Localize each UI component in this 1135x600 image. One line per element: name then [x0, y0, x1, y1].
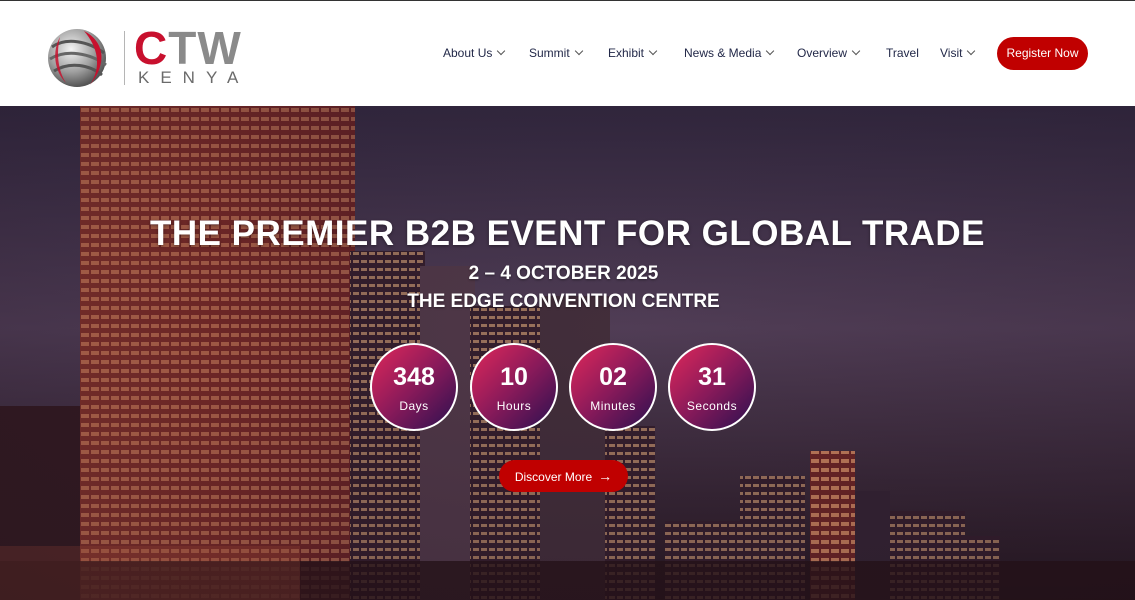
hero-title: THE PREMIER B2B EVENT FOR GLOBAL TRADE — [149, 214, 986, 253]
arrow-right-icon: → — [598, 468, 613, 484]
chevron-down-icon — [648, 46, 658, 56]
nav-label: Travel — [886, 46, 919, 60]
nav-about-us[interactable]: About Us — [443, 45, 506, 61]
countdown-hours: 10 Hours — [470, 343, 558, 431]
nav-travel[interactable]: Travel — [886, 45, 919, 61]
nav-news-media[interactable]: News & Media — [684, 45, 775, 61]
countdown-label: Seconds — [686, 399, 738, 413]
nav-label: Summit — [529, 46, 570, 60]
nav-label: Overview — [797, 46, 848, 60]
countdown-label: Hours — [496, 399, 532, 413]
event-date: 2 – 4 OCTOBER 2025 — [468, 263, 659, 284]
chevron-down-icon — [967, 46, 976, 56]
chevron-down-icon — [851, 46, 861, 56]
nav-visit[interactable]: Visit — [940, 45, 976, 61]
nav-label: News & Media — [684, 46, 762, 60]
main-nav: About Us Summit Exhibit News & Media Ove… — [0, 45, 1135, 65]
nav-summit[interactable]: Summit — [529, 45, 583, 61]
register-now-button[interactable]: Register Now — [997, 37, 1088, 70]
countdown-value: 348 — [393, 363, 435, 391]
nav-label: About Us — [443, 46, 493, 60]
countdown-timer: 348 Days 10 Hours 02 Minutes 31 Seconds — [0, 343, 1135, 433]
site-header: CTW KENYA About Us Summit Exhibit News &… — [0, 1, 1135, 106]
chevron-down-icon — [574, 46, 583, 56]
countdown-days: 348 Days — [370, 343, 458, 431]
countdown-value: 31 — [698, 363, 726, 391]
countdown-value: 10 — [500, 363, 528, 391]
event-venue: THE EDGE CONVENTION CENTRE — [407, 291, 720, 312]
discover-more-button[interactable]: Discover More → — [499, 460, 628, 492]
hero-section: THE PREMIER B2B EVENT FOR GLOBAL TRADE 2… — [0, 106, 1135, 600]
countdown-label: Days — [399, 399, 429, 413]
chevron-down-icon — [766, 46, 775, 56]
logo-subtitle: KENYA — [138, 68, 250, 87]
countdown-seconds: 31 Seconds — [668, 343, 756, 431]
nav-label: Exhibit — [608, 46, 645, 60]
nav-overview[interactable]: Overview — [797, 45, 861, 61]
discover-more-label: Discover More — [514, 470, 593, 484]
countdown-minutes: 02 Minutes — [569, 343, 657, 431]
chevron-down-icon — [497, 46, 506, 56]
nav-label: Visit — [940, 46, 963, 60]
nav-exhibit[interactable]: Exhibit — [608, 45, 658, 61]
countdown-value: 02 — [599, 363, 627, 391]
countdown-label: Minutes — [590, 399, 636, 413]
